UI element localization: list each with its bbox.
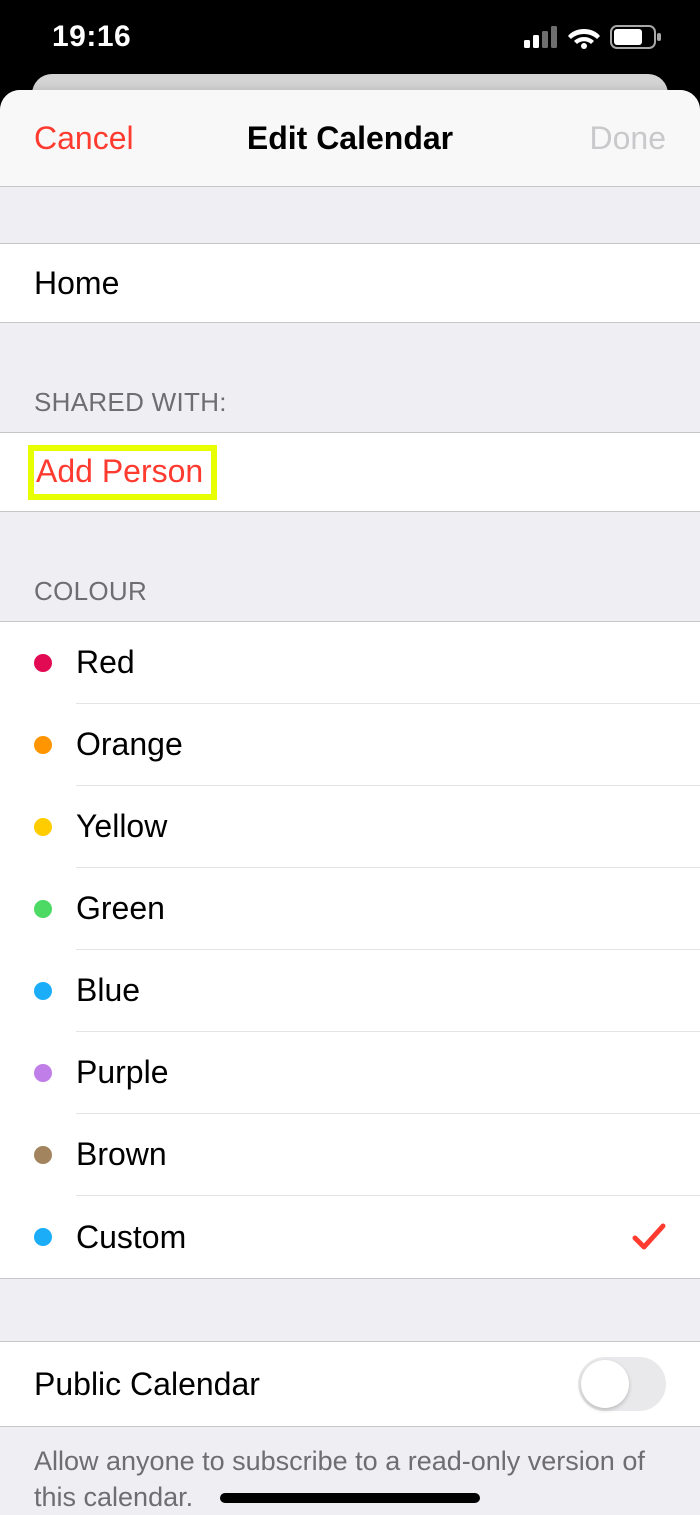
cancel-button[interactable]: Cancel <box>34 120 134 157</box>
colour-label: Orange <box>76 726 666 763</box>
colour-row-brown[interactable]: Brown <box>0 1114 700 1196</box>
colour-row-green[interactable]: Green <box>0 868 700 950</box>
colour-label: Custom <box>76 1219 632 1256</box>
colour-label: Purple <box>76 1054 666 1091</box>
colour-label: Brown <box>76 1136 666 1173</box>
colour-row-yellow[interactable]: Yellow <box>0 786 700 868</box>
status-bar: 19:16 <box>0 0 700 74</box>
colour-row-orange[interactable]: Orange <box>0 704 700 786</box>
calendar-name-value: Home <box>34 265 119 302</box>
colour-row-blue[interactable]: Blue <box>0 950 700 1032</box>
battery-icon <box>610 25 662 49</box>
nav-bar: Cancel Edit Calendar Done <box>0 90 700 187</box>
colour-dot-icon <box>34 982 52 1000</box>
edit-calendar-sheet: Cancel Edit Calendar Done Home SHARED WI… <box>0 90 700 1515</box>
colour-dot-icon <box>34 1146 52 1164</box>
colour-dot-icon <box>34 818 52 836</box>
colour-header: COLOUR <box>0 576 700 621</box>
wifi-icon <box>568 25 600 49</box>
done-button[interactable]: Done <box>590 120 667 157</box>
colour-dot-icon <box>34 736 52 754</box>
colour-row-custom[interactable]: Custom <box>0 1196 700 1278</box>
colour-label: Yellow <box>76 808 666 845</box>
public-calendar-switch[interactable] <box>578 1357 666 1411</box>
add-person-label: Add Person <box>36 453 203 489</box>
colour-row-red[interactable]: Red <box>0 622 700 704</box>
colour-dot-icon <box>34 654 52 672</box>
colour-label: Red <box>76 644 666 681</box>
colour-dot-icon <box>34 1064 52 1082</box>
status-time: 19:16 <box>52 20 131 54</box>
colour-list: Red Orange Yellow Green Blue Purple Brown Custo… <box>0 621 700 1279</box>
cellular-icon <box>524 26 558 48</box>
colour-row-purple[interactable]: Purple <box>0 1032 700 1114</box>
colour-dot-icon <box>34 1228 52 1246</box>
home-indicator[interactable] <box>220 1493 480 1503</box>
colour-label: Blue <box>76 972 666 1009</box>
public-calendar-label: Public Calendar <box>34 1366 260 1403</box>
colour-dot-icon <box>34 900 52 918</box>
status-icons <box>524 25 662 49</box>
calendar-name-field[interactable]: Home <box>0 243 700 323</box>
public-calendar-row[interactable]: Public Calendar <box>0 1341 700 1427</box>
switch-knob <box>581 1360 629 1408</box>
checkmark-icon <box>632 1222 666 1252</box>
shared-with-header: SHARED WITH: <box>0 387 700 432</box>
add-person-row[interactable]: Add Person <box>0 432 700 512</box>
colour-label: Green <box>76 890 666 927</box>
add-person-highlight: Add Person <box>28 445 217 500</box>
